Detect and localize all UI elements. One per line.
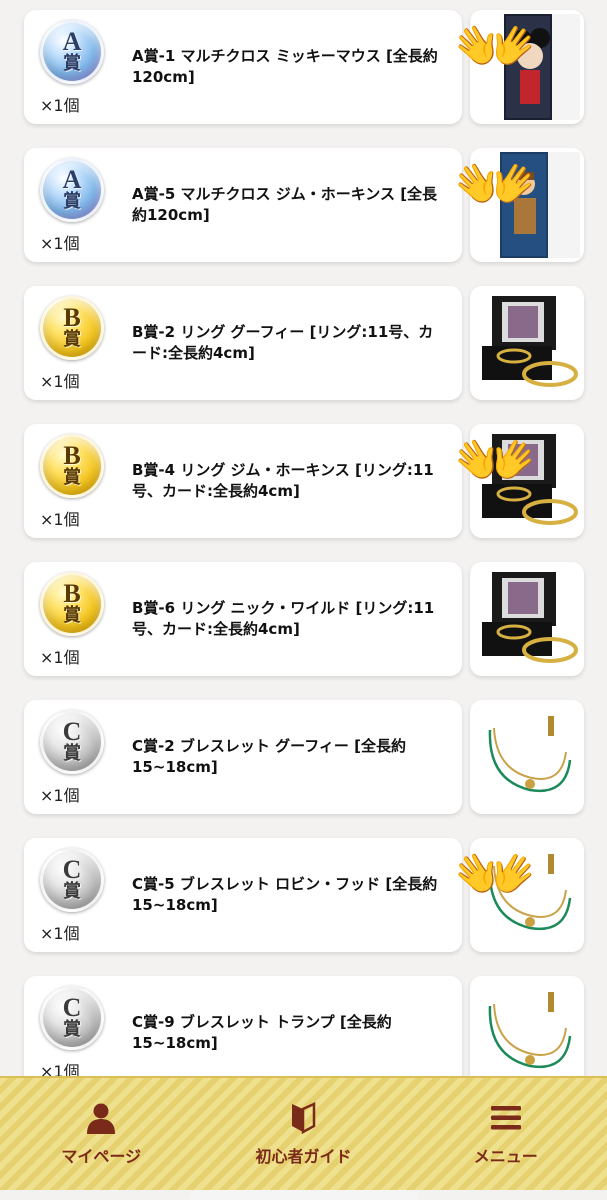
prize-row[interactable]: B 賞 ×1個 B賞-6 リング ニック・ワイルド [リング:11号、カード:全長約4…: [24, 562, 584, 678]
prize-card[interactable]: B 賞 ×1個 B賞-6 リング ニック・ワイルド [リング:11号、カード:全長約4…: [24, 562, 462, 676]
home-indicator: [188, 1190, 418, 1200]
prize-card[interactable]: A 賞 ×1個 A賞-1 マルチクロス ミッキーマウス [全長約120cm]: [24, 10, 462, 124]
prize-rank-letter: B: [63, 303, 81, 332]
prize-title: B賞-2 リング グーフィー [リング:11号、カード:全長約4cm]: [132, 323, 434, 362]
prize-rank-kanji: 賞: [63, 605, 81, 626]
bracelet-thumbnail[interactable]: [470, 976, 584, 1090]
prize-rank-letter: B: [63, 579, 81, 608]
prize-quantity: ×1個: [40, 924, 80, 943]
prize-rank-letter: A: [62, 165, 82, 194]
nav-menu-label: メニュー: [473, 1147, 538, 1166]
beginner-mark-icon: [292, 1102, 316, 1135]
prize-rank-kanji: 賞: [63, 743, 81, 764]
prize-row[interactable]: C 賞 ×1個 C賞-5 ブレスレット ロビン・フッド [全長約15~18cm] 👐: [24, 838, 584, 954]
person-icon: [87, 1103, 116, 1134]
prize-quantity: ×1個: [40, 372, 80, 391]
prize-title: A賞-1 マルチクロス ミッキーマウス [全長約120cm]: [132, 47, 438, 86]
prize-title: B賞-6 リング ニック・ワイルド [リング:11号、カード:全長約4cm]: [132, 599, 435, 638]
prize-card[interactable]: B 賞 ×1個 B賞-2 リング グーフィー [リング:11号、カード:全長約4cm]: [24, 286, 462, 400]
prize-rank-kanji: 賞: [63, 329, 81, 350]
prize-rank-kanji: 賞: [63, 467, 81, 488]
prize-card[interactable]: C 賞 ×1個 C賞-9 ブレスレット トランプ [全長約15~18cm]: [24, 976, 462, 1090]
prize-rank-badge: C賞: [40, 710, 104, 774]
open-hands-emoji-icon: 👐: [454, 836, 536, 913]
ring-box-thumbnail[interactable]: [470, 286, 584, 400]
prize-title: B賞-4 リング ジム・ホーキンス [リング:11号、カード:全長約4cm]: [132, 461, 434, 500]
prize-card[interactable]: C 賞 ×1個 C賞-2 ブレスレット グーフィー [全長約15~18cm]: [24, 700, 462, 814]
ring-box-thumbnail[interactable]: [470, 562, 584, 676]
prize-rank-badge: A賞: [40, 158, 104, 222]
prize-rank-badge: B賞: [40, 434, 104, 498]
prize-list: A 賞 ×1個 A賞-1 マルチクロス ミッキーマウス [全長約120cm] 👐 A 賞 ×1…: [0, 0, 607, 1200]
prize-card[interactable]: A 賞 ×1個 A賞-5 マルチクロス ジム・ホーキンス [全長約120cm]: [24, 148, 462, 262]
prize-title: A賞-5 マルチクロス ジム・ホーキンス [全長約120cm]: [132, 185, 438, 224]
prize-quantity: ×1個: [40, 648, 80, 667]
prize-rank-kanji: 賞: [63, 1019, 81, 1040]
prize-rank-kanji: 賞: [63, 53, 81, 74]
prize-row[interactable]: C 賞 ×1個 C賞-2 ブレスレット グーフィー [全長約15~18cm]: [24, 700, 584, 816]
open-hands-emoji-icon: 👐: [454, 8, 536, 85]
nav-mypage[interactable]: マイページ: [11, 1084, 191, 1184]
prize-rank-badge: C賞: [40, 986, 104, 1050]
prize-card[interactable]: C 賞 ×1個 C賞-5 ブレスレット ロビン・フッド [全長約15~18cm]: [24, 838, 462, 952]
prize-rank-letter: B: [63, 441, 81, 470]
prize-quantity: ×1個: [40, 786, 80, 805]
prize-rank-badge: A賞: [40, 20, 104, 84]
nav-menu[interactable]: メニュー: [416, 1084, 596, 1184]
prize-rank-letter: C: [62, 855, 82, 884]
prize-row[interactable]: A 賞 ×1個 A賞-1 マルチクロス ミッキーマウス [全長約120cm] 👐: [24, 10, 584, 126]
prize-row[interactable]: B 賞 ×1個 B賞-2 リング グーフィー [リング:11号、カード:全長約4cm]: [24, 286, 584, 402]
prize-quantity: ×1個: [40, 96, 80, 115]
prize-rank-letter: C: [62, 993, 82, 1022]
nav-beginner-guide[interactable]: 初心者ガイド: [213, 1084, 393, 1184]
prize-title: C賞-9 ブレスレット トランプ [全長約15~18cm]: [132, 1013, 392, 1052]
prize-card[interactable]: B 賞 ×1個 B賞-4 リング ジム・ホーキンス [リング:11号、カード:全長約4…: [24, 424, 462, 538]
nav-mypage-label: マイページ: [61, 1147, 141, 1166]
prize-rank-kanji: 賞: [63, 881, 81, 902]
open-hands-emoji-icon: 👐: [454, 146, 536, 223]
prize-rank-letter: C: [62, 717, 82, 746]
prize-rank-badge: C賞: [40, 848, 104, 912]
hamburger-menu-icon: [490, 1106, 521, 1130]
prize-quantity: ×1個: [40, 510, 80, 529]
nav-beginner-guide-label: 初心者ガイド: [255, 1147, 352, 1166]
bottom-navigation: マイページ 初心者ガイド メニュー: [0, 1076, 607, 1190]
prize-row[interactable]: B 賞 ×1個 B賞-4 リング ジム・ホーキンス [リング:11号、カード:全長約4…: [24, 424, 584, 540]
open-hands-emoji-icon: 👐: [454, 422, 536, 499]
prize-rank-kanji: 賞: [63, 191, 81, 212]
prize-rank-badge: B賞: [40, 572, 104, 636]
prize-title: C賞-2 ブレスレット グーフィー [全長約15~18cm]: [132, 737, 406, 776]
prize-rank-badge: B賞: [40, 296, 104, 360]
prize-quantity: ×1個: [40, 234, 80, 253]
prize-rank-letter: A: [62, 27, 82, 56]
prize-row[interactable]: C 賞 ×1個 C賞-9 ブレスレット トランプ [全長約15~18cm]: [24, 976, 584, 1092]
prize-title: C賞-5 ブレスレット ロビン・フッド [全長約15~18cm]: [132, 875, 438, 914]
prize-row[interactable]: A 賞 ×1個 A賞-5 マルチクロス ジム・ホーキンス [全長約120cm] 👐: [24, 148, 584, 264]
bracelet-thumbnail[interactable]: [470, 700, 584, 814]
